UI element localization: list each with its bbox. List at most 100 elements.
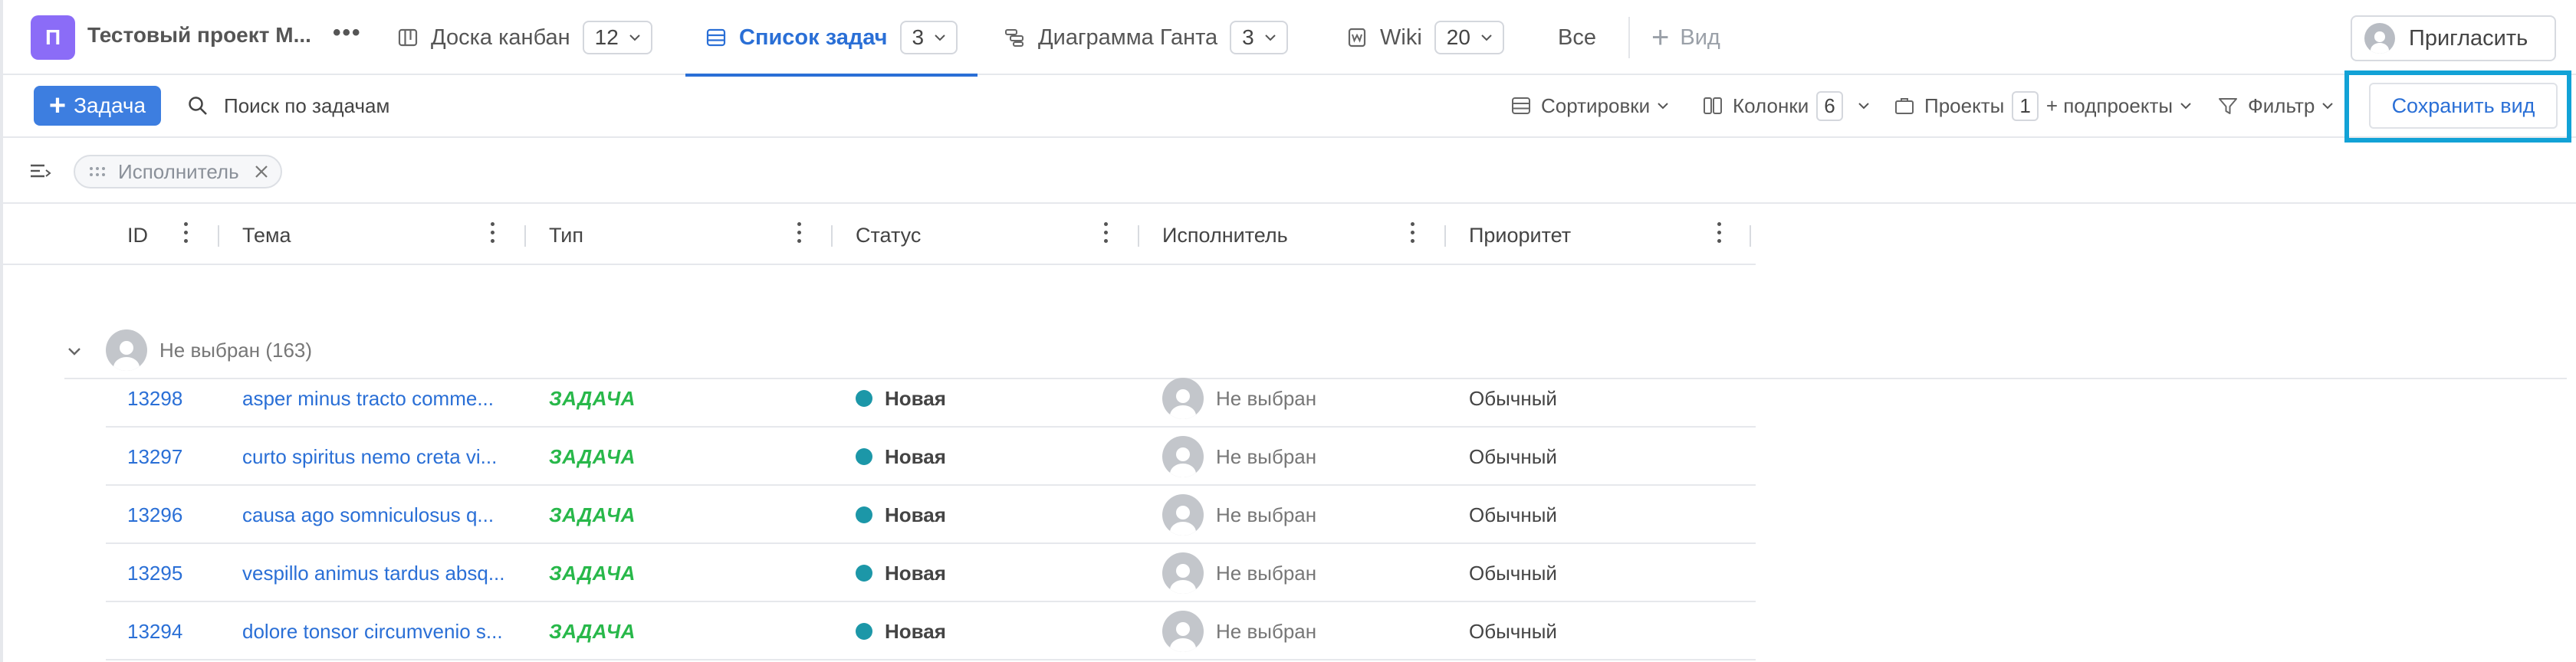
group-by-icon[interactable] bbox=[29, 161, 52, 182]
task-topic-link[interactable]: dolore tonsor circumvenio s... bbox=[242, 602, 503, 660]
task-priority[interactable]: Обычный bbox=[1469, 486, 1557, 544]
status-dot-icon bbox=[856, 565, 872, 582]
add-task-button[interactable]: + Задача bbox=[34, 86, 161, 126]
task-assignee[interactable]: Не выбран bbox=[1162, 602, 1316, 660]
tab-task-list-count-dropdown[interactable]: 3 bbox=[899, 21, 958, 54]
columns-count: 6 bbox=[1816, 90, 1843, 121]
tab-task-list[interactable]: Список задач 3 bbox=[685, 0, 978, 77]
search-icon bbox=[189, 97, 207, 115]
add-view-button[interactable]: + Вид bbox=[1651, 0, 1720, 75]
chevron-down-icon bbox=[629, 34, 640, 41]
chevron-down-icon bbox=[2322, 103, 2334, 110]
task-status[interactable]: Новая bbox=[856, 602, 946, 660]
column-menu-icon[interactable] bbox=[184, 222, 190, 247]
tab-kanban-count-dropdown[interactable]: 12 bbox=[582, 21, 652, 54]
tab-wiki[interactable]: Wiki 20 bbox=[1346, 0, 1504, 75]
task-id-link[interactable]: 13297 bbox=[127, 428, 182, 486]
table-header: ID Тема Тип Статус Исполнитель Приоритет bbox=[0, 205, 1756, 265]
save-view-button[interactable]: Сохранить вид bbox=[2369, 83, 2558, 129]
task-status[interactable]: Новая bbox=[856, 544, 946, 602]
table-row[interactable]: 13294 dolore tonsor circumvenio s... ЗАД… bbox=[106, 602, 1756, 660]
task-topic-link[interactable]: asper minus tracto comme... bbox=[242, 369, 494, 428]
group-chip-assignee[interactable]: Исполнитель bbox=[74, 155, 282, 188]
table-row[interactable]: 13295 vespillo animus tardus absq... ЗАД… bbox=[106, 544, 1756, 602]
task-priority[interactable]: Обычный bbox=[1469, 544, 1557, 602]
table-row[interactable]: 13298 asper minus tracto comme... ЗАДАЧА… bbox=[106, 369, 1756, 428]
plus-icon: + bbox=[1651, 21, 1670, 54]
column-header-label: Тип bbox=[549, 223, 584, 247]
sort-dropdown[interactable]: Сортировки bbox=[1510, 86, 1670, 126]
task-id-link[interactable]: 13294 bbox=[127, 602, 182, 660]
task-topic-link[interactable]: causa ago somniculosus q... bbox=[242, 486, 494, 544]
task-status[interactable]: Новая bbox=[856, 369, 946, 428]
task-id-link[interactable]: 13296 bbox=[127, 486, 182, 544]
close-icon[interactable] bbox=[253, 163, 270, 180]
task-topic-link[interactable]: curto spiritus nemo creta vi... bbox=[242, 428, 497, 486]
status-dot-icon bbox=[856, 448, 872, 465]
tab-all[interactable]: Все bbox=[1558, 0, 1596, 75]
tab-kanban[interactable]: Доска канбан 12 bbox=[397, 0, 652, 75]
column-resize-handle[interactable] bbox=[1138, 225, 1139, 247]
column-header-type[interactable]: Тип bbox=[549, 205, 583, 265]
projects-dropdown[interactable]: Проекты 1 + подпроекты bbox=[1894, 86, 2193, 126]
task-status[interactable]: Новая bbox=[856, 486, 946, 544]
project-name[interactable]: Тестовый проект М... bbox=[87, 23, 311, 48]
column-resize-handle[interactable] bbox=[1750, 225, 1751, 247]
task-priority[interactable]: Обычный bbox=[1469, 428, 1557, 486]
column-menu-icon[interactable] bbox=[491, 222, 497, 247]
task-assignee[interactable]: Не выбран bbox=[1162, 369, 1316, 428]
tab-wiki-count-dropdown[interactable]: 20 bbox=[1434, 21, 1504, 54]
task-type: ЗАДАЧА bbox=[549, 386, 636, 410]
task-assignee[interactable]: Не выбран bbox=[1162, 486, 1316, 544]
add-task-label: Задача bbox=[74, 93, 146, 117]
briefcase-icon bbox=[1895, 98, 1914, 114]
column-menu-icon[interactable] bbox=[1411, 222, 1417, 247]
group-chip-label: Исполнитель bbox=[118, 159, 239, 183]
gantt-icon bbox=[1005, 29, 1024, 47]
tab-gantt[interactable]: Диаграмма Ганта 3 bbox=[1004, 0, 1288, 75]
column-menu-icon[interactable] bbox=[1717, 222, 1723, 247]
column-header-id[interactable]: ID bbox=[127, 205, 148, 265]
avatar bbox=[1162, 436, 1204, 477]
project-more-icon[interactable]: ••• bbox=[333, 20, 362, 46]
task-assignee[interactable]: Не выбран bbox=[1162, 544, 1316, 602]
tab-kanban-label: Доска канбан bbox=[431, 25, 570, 50]
task-priority[interactable]: Обычный bbox=[1469, 602, 1557, 660]
tab-gantt-count: 3 bbox=[1242, 25, 1254, 49]
column-resize-handle[interactable] bbox=[218, 225, 219, 247]
chevron-down-icon bbox=[935, 34, 945, 41]
table-row[interactable]: 13297 curto spiritus nemo creta vi... ЗА… bbox=[106, 428, 1756, 486]
table-row[interactable]: 13296 causa ago somniculosus q... ЗАДАЧА… bbox=[106, 486, 1756, 544]
columns-dropdown[interactable]: Колонки 6 bbox=[1702, 86, 1871, 126]
task-id-link[interactable]: 13298 bbox=[127, 369, 182, 428]
column-header-assignee[interactable]: Исполнитель bbox=[1162, 205, 1288, 265]
tab-all-label: Все bbox=[1558, 25, 1596, 50]
filter-dropdown[interactable]: Фильтр bbox=[2217, 86, 2334, 126]
task-priority[interactable]: Обычный bbox=[1469, 369, 1557, 428]
search-input[interactable]: Поиск по задачам bbox=[187, 86, 389, 126]
drag-handle-icon[interactable] bbox=[89, 166, 106, 177]
column-resize-handle[interactable] bbox=[831, 225, 833, 247]
column-menu-icon[interactable] bbox=[1104, 222, 1110, 247]
column-resize-handle[interactable] bbox=[1444, 225, 1446, 247]
chevron-down-icon[interactable] bbox=[66, 343, 83, 360]
column-menu-icon[interactable] bbox=[797, 222, 803, 247]
tab-gantt-count-dropdown[interactable]: 3 bbox=[1230, 21, 1288, 54]
task-topic-link[interactable]: vespillo animus tardus absq... bbox=[242, 544, 505, 602]
column-header-label: Приоритет bbox=[1469, 223, 1572, 247]
invite-button[interactable]: Пригласить bbox=[2351, 15, 2556, 61]
list-icon bbox=[706, 28, 726, 47]
chevron-down-icon bbox=[1265, 34, 1276, 41]
column-header-label: ID bbox=[127, 223, 148, 247]
column-resize-handle[interactable] bbox=[524, 225, 526, 247]
task-assignee[interactable]: Не выбран bbox=[1162, 428, 1316, 486]
column-header-topic[interactable]: Тема bbox=[242, 205, 291, 265]
task-type: ЗАДАЧА bbox=[549, 619, 636, 643]
column-header-priority[interactable]: Приоритет bbox=[1469, 205, 1571, 265]
projects-count: 1 bbox=[2012, 90, 2039, 121]
task-id-link[interactable]: 13295 bbox=[127, 544, 182, 602]
project-avatar[interactable]: П bbox=[31, 15, 75, 60]
filter-label: Фильтр bbox=[2248, 93, 2315, 117]
column-header-status[interactable]: Статус bbox=[856, 205, 921, 265]
task-status[interactable]: Новая bbox=[856, 428, 946, 486]
